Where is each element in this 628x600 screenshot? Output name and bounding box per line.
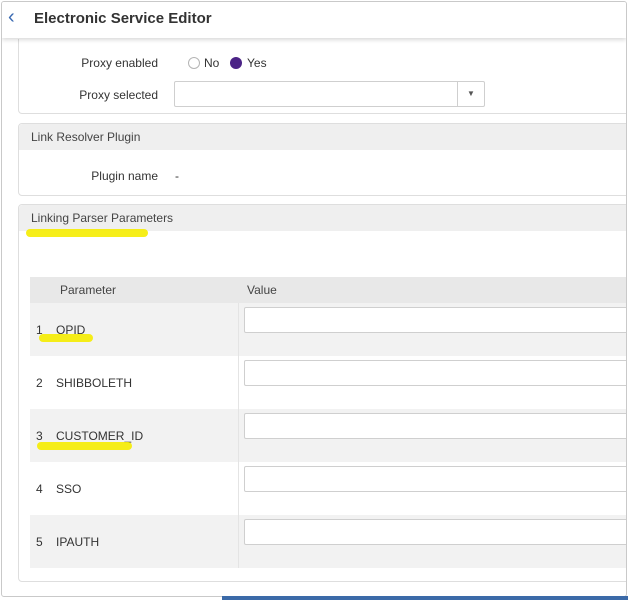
back-button[interactable]: ‹ xyxy=(8,6,24,28)
table-row: 3 CUSTOMER_ID xyxy=(30,409,626,462)
plugin-name-label: Plugin name xyxy=(91,169,158,183)
proxy-no-radio[interactable] xyxy=(188,57,200,69)
column-divider xyxy=(238,515,239,568)
column-divider xyxy=(238,462,239,515)
proxy-yes-radio[interactable] xyxy=(230,57,242,69)
proxy-yes-label: Yes xyxy=(247,56,267,70)
column-header-parameter: Parameter xyxy=(60,283,117,297)
table-header: Parameter Value xyxy=(30,277,626,303)
header-bar: ‹ Electronic Service Editor xyxy=(2,2,626,38)
proxy-enabled-label: Proxy enabled xyxy=(81,56,158,70)
table-row: 4 SSO xyxy=(30,462,626,515)
table-row: 2 SHIBBOLETH xyxy=(30,356,626,409)
linking-parser-title: Linking Parser Parameters xyxy=(19,205,626,231)
proxy-selected-dropdown[interactable]: ▼ xyxy=(174,81,485,107)
chevron-left-icon: ‹ xyxy=(8,6,15,28)
parameter-value-input[interactable] xyxy=(244,413,626,439)
highlight-mark xyxy=(26,229,148,237)
parameter-name: CUSTOMER_ID xyxy=(56,429,144,443)
parameter-name: SSO xyxy=(56,482,82,496)
parameter-value-input[interactable] xyxy=(244,466,626,492)
parameter-name: IPAUTH xyxy=(56,535,100,549)
column-divider xyxy=(238,409,239,462)
column-header-value: Value xyxy=(247,283,277,297)
table-row: 1 OPID xyxy=(30,303,626,356)
column-divider xyxy=(238,303,239,356)
link-resolver-title: Link Resolver Plugin xyxy=(19,124,626,150)
highlight-mark xyxy=(39,334,93,342)
parameters-table: Parameter Value 1 OPID 2 SHIBBOLETH 3 CU… xyxy=(30,277,626,568)
editor-window: ‹ Electronic Service Editor Proxy enable… xyxy=(1,1,627,597)
link-resolver-section: Link Resolver Plugin xyxy=(18,123,626,196)
column-divider xyxy=(238,356,239,409)
plugin-name-value: - xyxy=(175,169,179,183)
parameter-value-input[interactable] xyxy=(244,360,626,386)
row-number: 4 xyxy=(36,482,43,496)
dropdown-caret-icon[interactable]: ▼ xyxy=(457,82,484,106)
parameter-value-input[interactable] xyxy=(244,307,626,333)
highlight-mark xyxy=(37,442,132,450)
bottom-scroll-indicator xyxy=(222,596,628,600)
proxy-selected-label: Proxy selected xyxy=(79,88,158,102)
parameter-name: SHIBBOLETH xyxy=(56,376,133,390)
page-title: Electronic Service Editor xyxy=(34,10,212,27)
parameter-value-input[interactable] xyxy=(244,519,626,545)
row-number: 3 xyxy=(36,429,43,443)
proxy-no-label: No xyxy=(204,56,220,70)
table-row: 5 IPAUTH xyxy=(30,515,626,568)
row-number: 2 xyxy=(36,376,43,390)
row-number: 5 xyxy=(36,535,43,549)
